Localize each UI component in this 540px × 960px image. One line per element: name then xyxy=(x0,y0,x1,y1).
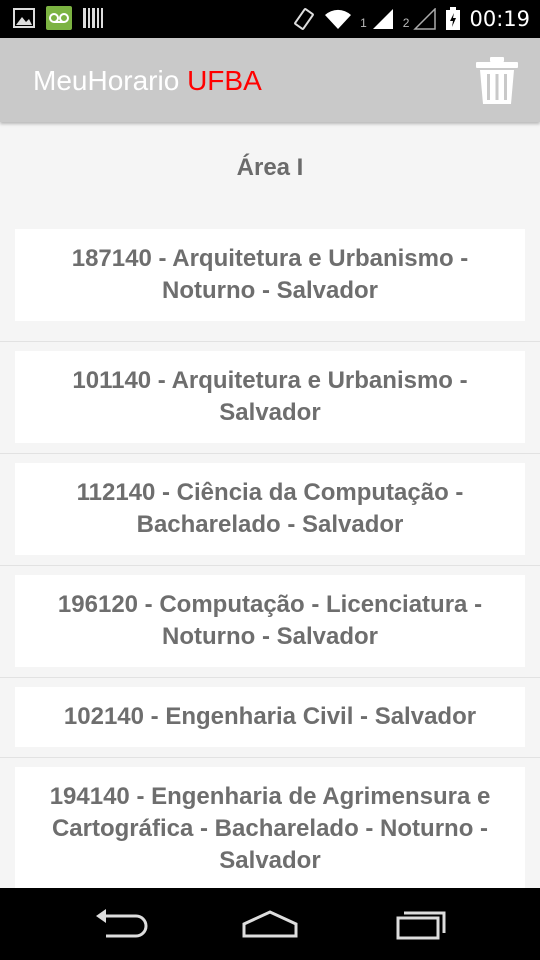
back-icon xyxy=(96,909,148,938)
course-row: 187140 - Arquitetura e Urbanismo - Notur… xyxy=(0,229,540,342)
vibrate-icon xyxy=(294,8,314,30)
app-title: MeuHorario UFBA xyxy=(33,65,262,97)
course-row: 196120 - Computação - Licenciatura - Not… xyxy=(0,566,540,678)
back-button[interactable] xyxy=(90,906,150,942)
status-bar: 1 2 00:19 xyxy=(0,0,540,38)
wifi-icon xyxy=(325,9,352,29)
course-row: 101140 - Arquitetura e Urbanismo - Salva… xyxy=(0,342,540,454)
battery-icon xyxy=(446,7,461,30)
recent-apps-button[interactable] xyxy=(392,906,452,942)
trash-icon xyxy=(476,57,518,104)
app-title-accent: UFBA xyxy=(187,65,262,96)
course-row: 102140 - Engenharia Civil - Salvador xyxy=(0,678,540,758)
course-item[interactable]: 101140 - Arquitetura e Urbanismo - Salva… xyxy=(15,351,525,443)
notification-icons xyxy=(12,6,104,30)
course-item[interactable]: 187140 - Arquitetura e Urbanismo - Notur… xyxy=(15,229,525,321)
home-button[interactable] xyxy=(240,906,300,942)
course-item[interactable]: 102140 - Engenharia Civil - Salvador xyxy=(15,687,525,747)
app-title-main: MeuHorario xyxy=(33,65,188,96)
barcode-icon xyxy=(83,8,103,28)
sim2-label: 2 xyxy=(402,16,410,30)
sim1-label: 1 xyxy=(360,16,367,30)
voicemail-icon xyxy=(46,6,72,30)
navigation-bar xyxy=(0,888,540,960)
course-list-screen: Área I 187140 - Arquitetura e Urbanismo … xyxy=(0,124,540,888)
course-item[interactable]: 194140 - Engenharia de Agrimensura e Car… xyxy=(15,767,525,888)
image-icon xyxy=(13,8,35,28)
course-list: 187140 - Arquitetura e Urbanismo - Notur… xyxy=(0,229,540,888)
section-title: Área I xyxy=(236,154,304,181)
app-bar: MeuHorario UFBA xyxy=(0,38,540,122)
signal-icon xyxy=(372,9,393,29)
course-row: 112140 - Ciência da Computação - Bachare… xyxy=(0,454,540,566)
delete-button[interactable] xyxy=(474,56,520,106)
recent-apps-icon xyxy=(396,911,446,940)
home-icon xyxy=(242,910,298,938)
system-icons: 1 2 00:19 xyxy=(292,6,530,32)
clock: 00:19 xyxy=(469,7,530,31)
course-item[interactable]: 196120 - Computação - Licenciatura - Not… xyxy=(15,575,525,667)
course-row: 194140 - Engenharia de Agrimensura e Car… xyxy=(0,758,540,888)
course-item[interactable]: 112140 - Ciência da Computação - Bachare… xyxy=(15,463,525,555)
signal-icon-2 xyxy=(413,8,437,30)
